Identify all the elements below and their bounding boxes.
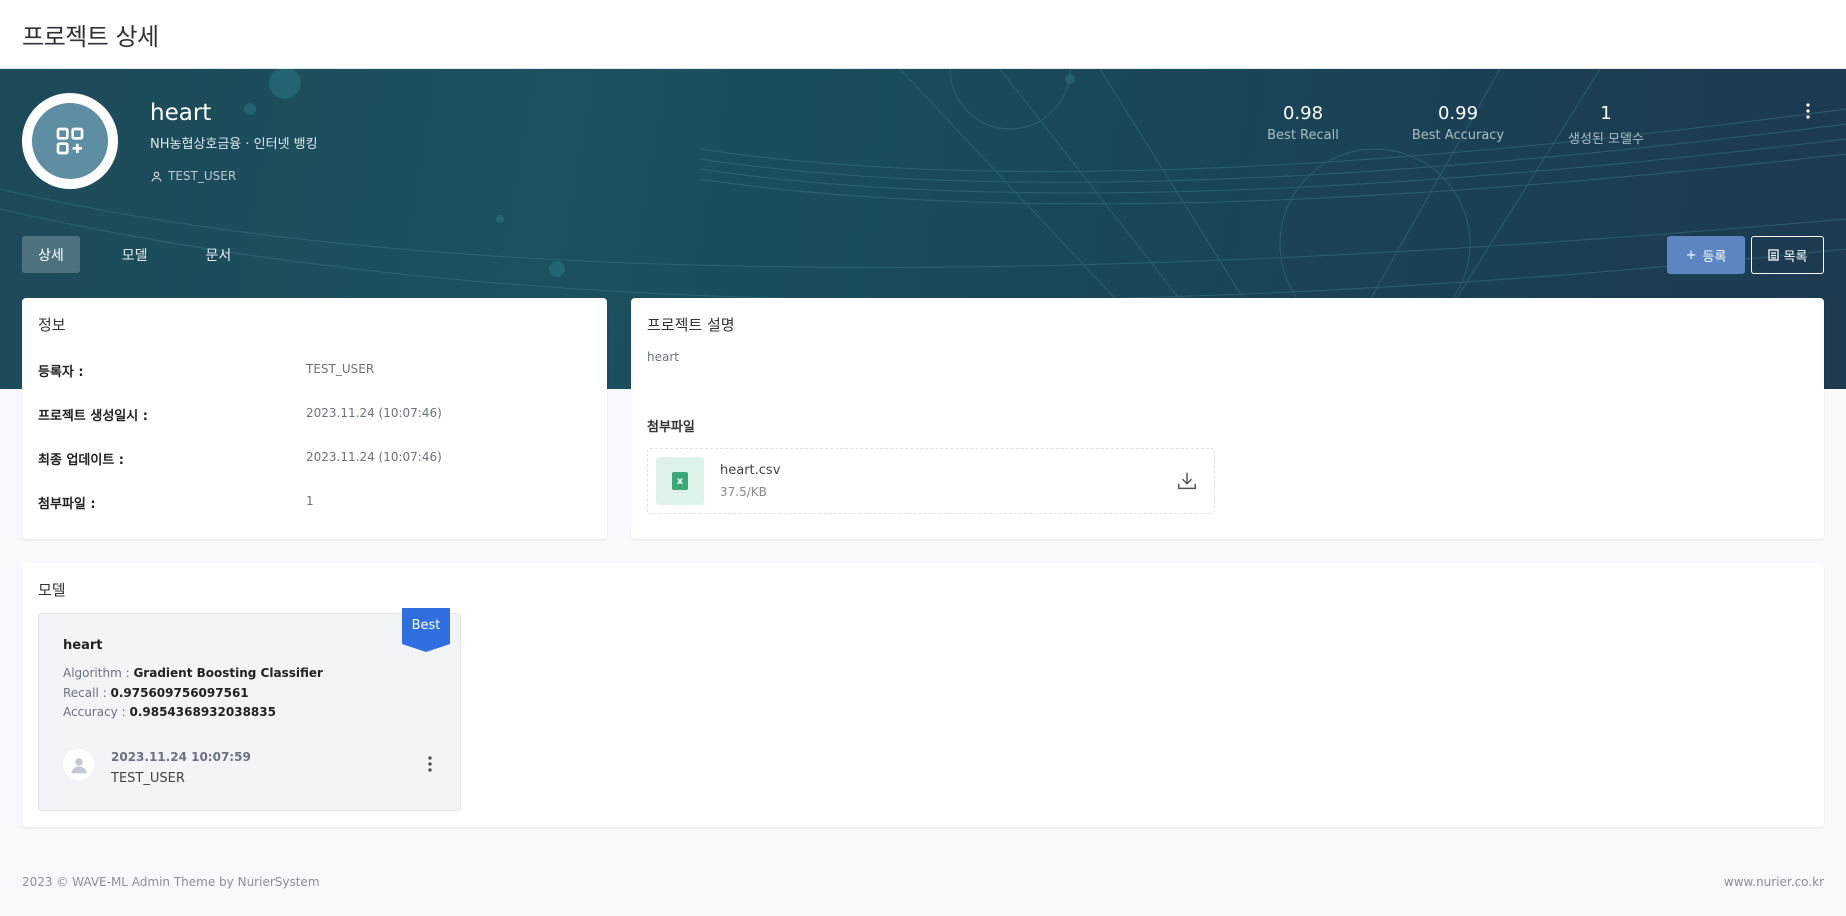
more-options-icon[interactable] bbox=[1806, 103, 1810, 119]
description-text: heart bbox=[647, 350, 679, 364]
stat-label: 생성된 모델수 bbox=[1568, 132, 1644, 147]
attachment-file: x heart.csv 37.5/KB bbox=[647, 448, 1215, 514]
info-card: 정보 등록자 : TEST_USER 프로젝트 생성일시 : 2023.11.2… bbox=[22, 298, 607, 539]
user-avatar-icon bbox=[71, 757, 86, 773]
download-icon[interactable] bbox=[1176, 470, 1198, 496]
register-button-label: 등록 bbox=[1702, 249, 1727, 265]
top-bar: 프로젝트 상세 bbox=[0, 0, 1846, 69]
description-card: 프로젝트 설명 heart 첨부파일 x heart.csv 37.5/KB bbox=[631, 298, 1824, 539]
model-algorithm: Algorithm : Gradient Boosting Classifier bbox=[63, 666, 323, 680]
stat-model-count: 1 생성된 모델수 bbox=[1561, 103, 1651, 147]
model-user: TEST_USER bbox=[111, 771, 185, 786]
project-subtitle: NH농협상호금융 · 인터넷 뱅킹 bbox=[150, 137, 318, 152]
model-date: 2023.11.24 10:07:59 bbox=[111, 750, 251, 764]
stat-best-accuracy: 0.99 Best Accuracy bbox=[1410, 103, 1506, 143]
tab-document[interactable]: 문서 bbox=[190, 236, 248, 273]
info-label-updated: 최종 업데이트 : bbox=[38, 453, 125, 468]
project-tabs: 상세 모델 문서 bbox=[22, 236, 247, 273]
user-icon bbox=[151, 171, 162, 181]
description-title: 프로젝트 설명 bbox=[647, 316, 735, 334]
excel-file-icon: x bbox=[656, 457, 704, 505]
project-owner: TEST_USER bbox=[150, 169, 236, 183]
stat-value: 0.98 bbox=[1282, 103, 1324, 124]
list-button[interactable]: 목록 bbox=[1751, 236, 1824, 274]
info-value-created: 2023.11.24 (10:07:46) bbox=[306, 406, 442, 420]
stat-label: Best Recall bbox=[1267, 128, 1339, 143]
models-card: 모델 Best heart Algorithm : Gradient Boost… bbox=[22, 563, 1824, 827]
stat-best-recall: 0.98 Best Recall bbox=[1263, 103, 1343, 143]
info-title: 정보 bbox=[38, 316, 66, 334]
model-card[interactable]: Best heart Algorithm : Gradient Boosting… bbox=[38, 608, 461, 811]
plus-icon: + bbox=[1685, 247, 1697, 263]
info-label-registrant: 등록자 : bbox=[38, 365, 84, 380]
tab-model[interactable]: 모델 bbox=[106, 236, 164, 273]
apps-add-icon bbox=[56, 127, 84, 155]
page-title: 프로젝트 상세 bbox=[22, 22, 159, 51]
info-value-attachments: 1 bbox=[306, 494, 314, 508]
model-more-icon[interactable] bbox=[428, 756, 432, 776]
register-button[interactable]: + 등록 bbox=[1667, 236, 1745, 274]
best-badge: Best bbox=[402, 608, 450, 652]
footer-link[interactable]: www.nurier.co.kr bbox=[1724, 875, 1824, 889]
project-avatar bbox=[22, 93, 118, 189]
file-name: heart.csv bbox=[720, 463, 781, 478]
stat-value: 1 bbox=[1600, 103, 1612, 124]
avatar bbox=[63, 749, 94, 780]
list-icon bbox=[1767, 249, 1779, 261]
footer: 2023 © WAVE-ML Admin Theme by NurierSyst… bbox=[22, 875, 1824, 889]
project-name: heart bbox=[150, 100, 212, 126]
file-size: 37.5/KB bbox=[720, 485, 767, 499]
stat-label: Best Accuracy bbox=[1411, 128, 1505, 143]
info-label-attachments: 첨부파일 : bbox=[38, 497, 96, 512]
footer-copyright: 2023 © WAVE-ML Admin Theme by NurierSyst… bbox=[22, 875, 320, 889]
model-name: heart bbox=[63, 638, 103, 653]
info-label-created: 프로젝트 생성일시 : bbox=[38, 409, 148, 424]
model-recall: Recall : 0.975609756097561 bbox=[63, 686, 249, 700]
stat-value: 0.99 bbox=[1437, 103, 1479, 124]
attachment-label: 첨부파일 bbox=[647, 420, 695, 435]
tab-detail[interactable]: 상세 bbox=[22, 236, 80, 273]
project-owner-name: TEST_USER bbox=[168, 169, 237, 183]
info-value-registrant: TEST_USER bbox=[306, 362, 375, 376]
list-button-label: 목록 bbox=[1783, 249, 1808, 265]
info-value-updated: 2023.11.24 (10:07:46) bbox=[306, 450, 442, 464]
best-badge-label: Best bbox=[411, 618, 441, 633]
models-title: 모델 bbox=[38, 581, 66, 599]
model-accuracy: Accuracy : 0.9854368932038835 bbox=[63, 705, 276, 719]
